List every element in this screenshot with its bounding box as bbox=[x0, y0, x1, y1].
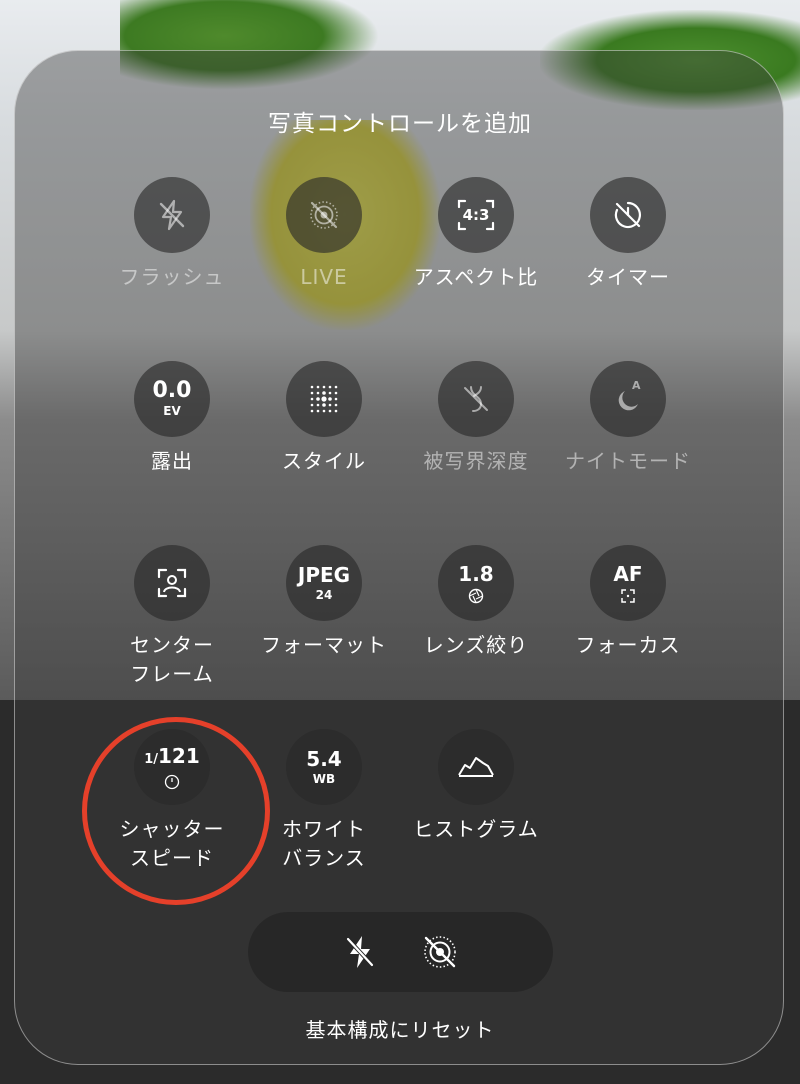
night-mode-value: A bbox=[632, 379, 641, 392]
control-focus[interactable]: AF フォーカス bbox=[548, 545, 708, 660]
label-line: センター bbox=[130, 633, 214, 657]
histogram-icon bbox=[438, 729, 514, 805]
control-label: フォーカス bbox=[575, 633, 681, 657]
focus-indicator: AF bbox=[590, 545, 666, 621]
control-live[interactable]: LIVE bbox=[244, 177, 404, 292]
aperture-value: 1.8 bbox=[458, 561, 494, 586]
reset-button[interactable]: 基本構成にリセット bbox=[0, 1014, 800, 1043]
exposure-indicator: 0.0 EV bbox=[134, 361, 210, 437]
format-value: JPEG bbox=[297, 563, 351, 587]
label-line: バランス bbox=[282, 846, 366, 870]
label-line: フレーム bbox=[130, 662, 214, 686]
control-timer[interactable]: タイマー bbox=[548, 177, 708, 292]
control-format[interactable]: JPEG 24 フォーマット bbox=[244, 545, 404, 660]
control-label: センター フレーム bbox=[92, 631, 252, 689]
timer-off-icon bbox=[590, 177, 666, 253]
center-frame-icon bbox=[134, 545, 210, 621]
control-label: タイマー bbox=[586, 265, 670, 289]
white-balance-value: 5.4 bbox=[306, 747, 342, 771]
flash-off-icon bbox=[134, 177, 210, 253]
live-off-icon bbox=[286, 177, 362, 253]
shutter-speed-highlight-circle bbox=[82, 717, 270, 905]
control-aperture[interactable]: 1.8 レンズ絞り bbox=[396, 545, 556, 660]
control-label: フラッシュ bbox=[119, 265, 225, 289]
control-label: 被写界深度 bbox=[423, 449, 529, 473]
control-depth[interactable]: 被写界深度 bbox=[396, 361, 556, 476]
aperture-icon bbox=[468, 588, 484, 603]
format-indicator: JPEG 24 bbox=[286, 545, 362, 621]
control-label: ヒストグラム bbox=[413, 817, 539, 841]
panel-title: 写真コントロールを追加 bbox=[268, 111, 532, 137]
style-grid-icon bbox=[286, 361, 362, 437]
white-balance-sub: WB bbox=[312, 772, 336, 786]
depth-icon bbox=[438, 361, 514, 437]
control-label: アスペクト比 bbox=[413, 265, 539, 289]
focus-frame-icon bbox=[621, 588, 635, 603]
control-label: フォーマット bbox=[261, 633, 387, 657]
control-style[interactable]: スタイル bbox=[244, 361, 404, 476]
aspect-ratio-icon: 4:3 bbox=[438, 177, 514, 253]
control-label: LIVE bbox=[300, 265, 348, 289]
control-flash[interactable]: フラッシュ bbox=[92, 177, 252, 292]
control-histogram[interactable]: ヒストグラム bbox=[396, 729, 556, 844]
control-label: 露出 bbox=[151, 449, 193, 473]
night-mode-icon: A bbox=[590, 361, 666, 437]
aperture-indicator: 1.8 bbox=[438, 545, 514, 621]
format-sub: 24 bbox=[315, 588, 333, 602]
white-balance-indicator: 5.4 WB bbox=[286, 729, 362, 805]
live-off-icon[interactable] bbox=[420, 932, 460, 972]
control-label: レンズ絞り bbox=[423, 633, 529, 657]
control-night-mode[interactable]: A ナイトモード bbox=[548, 361, 708, 476]
flash-off-icon[interactable] bbox=[340, 932, 380, 972]
control-label: スタイル bbox=[282, 449, 366, 473]
control-exposure[interactable]: 0.0 EV 露出 bbox=[92, 361, 252, 476]
focus-value: AF bbox=[613, 561, 643, 586]
exposure-unit: EV bbox=[163, 404, 181, 418]
control-label: ナイトモード bbox=[565, 449, 691, 473]
exposure-value: 0.0 bbox=[152, 378, 192, 403]
control-center-frame[interactable]: センター フレーム bbox=[92, 545, 252, 689]
active-controls-bar bbox=[248, 912, 553, 992]
control-aspect-ratio[interactable]: 4:3 アスペクト比 bbox=[396, 177, 556, 292]
